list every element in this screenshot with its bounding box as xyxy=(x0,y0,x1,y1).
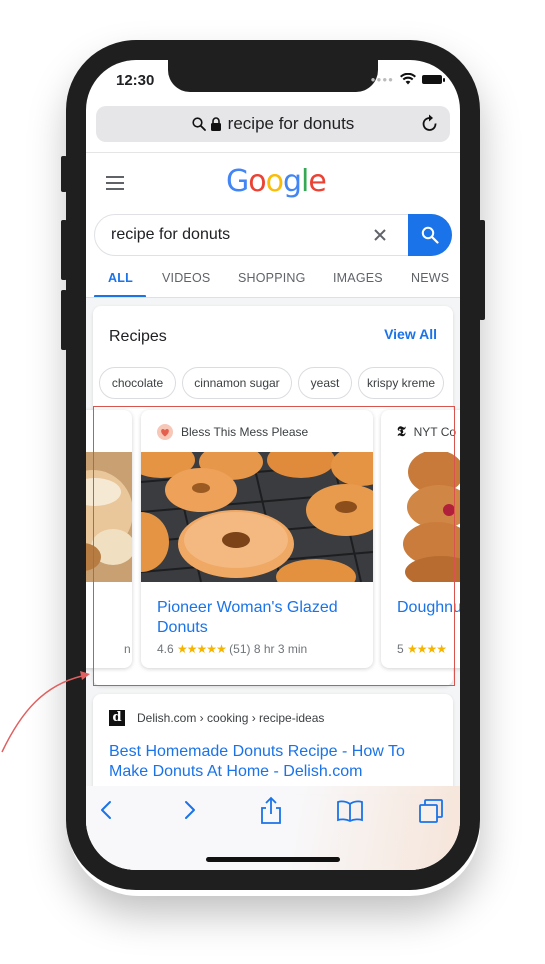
chip-cinnamon-sugar[interactable]: cinnamon sugar xyxy=(182,367,292,399)
recipes-heading: Recipes xyxy=(109,328,167,345)
chip-krispy-kreme[interactable]: krispy kreme xyxy=(358,367,444,399)
address-bar[interactable]: recipe for donuts xyxy=(96,106,450,142)
reload-icon[interactable] xyxy=(420,113,440,135)
volume-up-button xyxy=(61,220,67,280)
google-logo[interactable]: Google xyxy=(226,164,327,199)
battery-icon xyxy=(422,74,445,84)
tabs-icon[interactable] xyxy=(418,798,444,824)
result-breadcrumb: Delish.com › cooking › recipe-ideas xyxy=(137,711,325,725)
chip-chocolate[interactable]: chocolate xyxy=(99,367,176,399)
status-time: 12:30 xyxy=(116,72,155,89)
wifi-icon xyxy=(400,73,416,85)
search-icon xyxy=(192,117,206,131)
view-all-link[interactable]: View All xyxy=(384,326,437,342)
highlight-box xyxy=(93,406,455,686)
search-input[interactable]: recipe for donuts xyxy=(111,226,230,244)
notch xyxy=(168,60,378,92)
back-arrow-icon[interactable] xyxy=(100,800,112,820)
header-divider xyxy=(86,152,460,153)
search-tabs: ALL VIDEOS SHOPPING IMAGES NEWS xyxy=(86,268,460,298)
clear-icon[interactable] xyxy=(371,226,389,244)
search-box[interactable]: recipe for donuts xyxy=(94,214,452,256)
url-icons xyxy=(192,117,222,131)
signal-icon: ●●●● xyxy=(370,74,394,84)
volume-down-button xyxy=(61,290,67,350)
bookmarks-icon[interactable] xyxy=(336,800,364,822)
search-button[interactable] xyxy=(408,214,452,256)
search-icon xyxy=(421,226,439,244)
tab-videos[interactable]: VIDEOS xyxy=(162,271,210,285)
search-result[interactable]: d Delish.com › cooking › recipe-ideas Be… xyxy=(93,694,453,794)
home-indicator xyxy=(206,857,340,862)
url-text: recipe for donuts xyxy=(227,114,355,133)
chip-yeast[interactable]: yeast xyxy=(298,367,352,399)
hamburger-menu-icon[interactable] xyxy=(106,176,124,190)
delish-favicon-icon: d xyxy=(109,710,125,726)
share-icon[interactable] xyxy=(260,796,282,824)
annotation-arrow-icon xyxy=(1,671,90,753)
result-title-link[interactable]: Best Homemade Donuts Recipe - How To Mak… xyxy=(109,742,429,782)
tab-all[interactable]: ALL xyxy=(108,271,133,285)
power-button xyxy=(479,220,485,320)
forward-arrow-icon[interactable] xyxy=(184,800,196,820)
silent-switch xyxy=(61,156,67,192)
tab-images[interactable]: IMAGES xyxy=(333,271,383,285)
lock-icon xyxy=(210,117,221,131)
tab-shopping[interactable]: SHOPPING xyxy=(238,271,306,285)
tab-news[interactable]: NEWS xyxy=(411,271,449,285)
status-icons: ●●●● xyxy=(370,73,445,85)
